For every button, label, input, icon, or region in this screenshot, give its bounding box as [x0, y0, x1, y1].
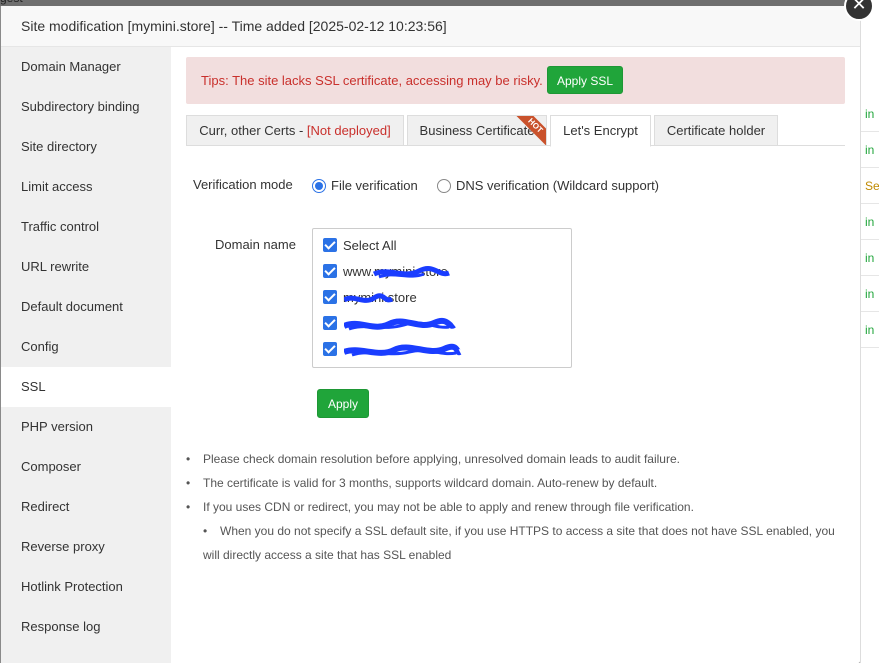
sidebar: Domain Manager Subdirectory binding Site… — [1, 47, 171, 663]
note-item: If you uses CDN or redirect, you may not… — [186, 495, 845, 519]
ssl-warning-tip: Tips: The site lacks SSL certificate, ac… — [186, 57, 845, 104]
ssl-notes: Please check domain resolution before ap… — [186, 447, 845, 567]
sidebar-item-site-directory[interactable]: Site directory — [1, 127, 171, 167]
file-verification-option[interactable]: File verification — [312, 178, 418, 193]
sidebar-item-traffic-control[interactable]: Traffic control — [1, 207, 171, 247]
redaction-scribble — [344, 293, 394, 303]
sidebar-item-hotlink-protection[interactable]: Hotlink Protection — [1, 567, 171, 607]
sidebar-item-composer[interactable]: Composer — [1, 447, 171, 487]
file-verification-radio[interactable] — [312, 179, 326, 193]
redaction-scribble — [344, 317, 456, 331]
tip-text: Tips: The site lacks SSL certificate, ac… — [201, 73, 543, 88]
tab-business-certificate[interactable]: Business Certificate HOT — [407, 115, 547, 146]
dialog-title: Site modification [mymini.store] -- Time… — [1, 6, 860, 47]
sidebar-item-redirect[interactable]: Redirect — [1, 487, 171, 527]
sidebar-item-limit-access[interactable]: Limit access — [1, 167, 171, 207]
domain-checkbox[interactable] — [323, 342, 337, 356]
sidebar-item-default-document[interactable]: Default document — [1, 287, 171, 327]
sidebar-item-domain-manager[interactable]: Domain Manager — [1, 47, 171, 87]
background-cell: in — [861, 96, 879, 132]
domain-row[interactable] — [323, 315, 561, 341]
domain-row[interactable]: mymini.store — [323, 289, 561, 315]
sidebar-item-url-rewrite[interactable]: URL rewrite — [1, 247, 171, 287]
sidebar-item-subdirectory-binding[interactable]: Subdirectory binding — [1, 87, 171, 127]
background-partial-text: gest — [0, 0, 23, 5]
domain-list: Select All www.mymini.store mymini.store — [312, 228, 572, 368]
sidebar-item-php-version[interactable]: PHP version — [1, 407, 171, 447]
background-table-strip: in in Se in in in in — [860, 0, 879, 663]
domain-name-label: Domain name — [215, 237, 296, 252]
sidebar-item-config[interactable]: Config — [1, 327, 171, 367]
select-all-label: Select All — [343, 238, 397, 253]
sidebar-item-ssl[interactable]: SSL — [1, 367, 171, 407]
sidebar-item-response-log[interactable]: Response log — [1, 607, 171, 647]
sidebar-item-reverse-proxy[interactable]: Reverse proxy — [1, 527, 171, 567]
apply-button[interactable]: Apply — [317, 389, 370, 418]
domain-checkbox[interactable] — [323, 290, 337, 304]
select-all-checkbox[interactable] — [323, 238, 337, 252]
dns-verification-label: DNS verification (Wildcard support) — [456, 178, 660, 193]
domain-checkbox[interactable] — [323, 264, 337, 278]
background-cell: in — [861, 204, 879, 240]
note-item: The certificate is valid for 3 months, s… — [186, 471, 845, 495]
tab-lets-encrypt[interactable]: Let's Encrypt — [550, 115, 651, 147]
redaction-scribble — [372, 266, 450, 279]
not-deployed-status: [Not deployed] — [306, 123, 391, 138]
dns-verification-option[interactable]: DNS verification (Wildcard support) — [437, 178, 659, 193]
tab-certificate-holder[interactable]: Certificate holder — [654, 115, 778, 146]
note-item: When you do not specify a SSL default si… — [186, 519, 845, 567]
redaction-scribble — [344, 343, 462, 357]
background-cell: in — [861, 276, 879, 312]
file-verification-label: File verification — [331, 178, 418, 193]
verification-mode-label: Verification mode — [193, 177, 293, 192]
apply-ssl-button[interactable]: Apply SSL — [547, 66, 624, 94]
tab-business-label: Business Certificate — [419, 123, 535, 138]
domain-row[interactable]: www.mymini.store — [323, 263, 561, 289]
domain-row[interactable] — [323, 341, 561, 367]
domain-checkbox[interactable] — [323, 316, 337, 330]
dns-verification-radio[interactable] — [437, 179, 451, 193]
select-all-row[interactable]: Select All — [323, 237, 561, 263]
note-item: Please check domain resolution before ap… — [186, 447, 845, 471]
tab-current-certs-label: Curr, other Certs - — [199, 123, 307, 138]
background-cell: in — [861, 312, 879, 348]
background-cell: Se — [861, 168, 879, 204]
tab-current-certs[interactable]: Curr, other Certs - [Not deployed] — [186, 115, 404, 146]
background-cell: in — [861, 132, 879, 168]
background-cell: in — [861, 240, 879, 276]
ssl-panel: Tips: The site lacks SSL certificate, ac… — [186, 57, 845, 647]
certificate-tabs: Curr, other Certs - [Not deployed] Busin… — [186, 115, 845, 147]
